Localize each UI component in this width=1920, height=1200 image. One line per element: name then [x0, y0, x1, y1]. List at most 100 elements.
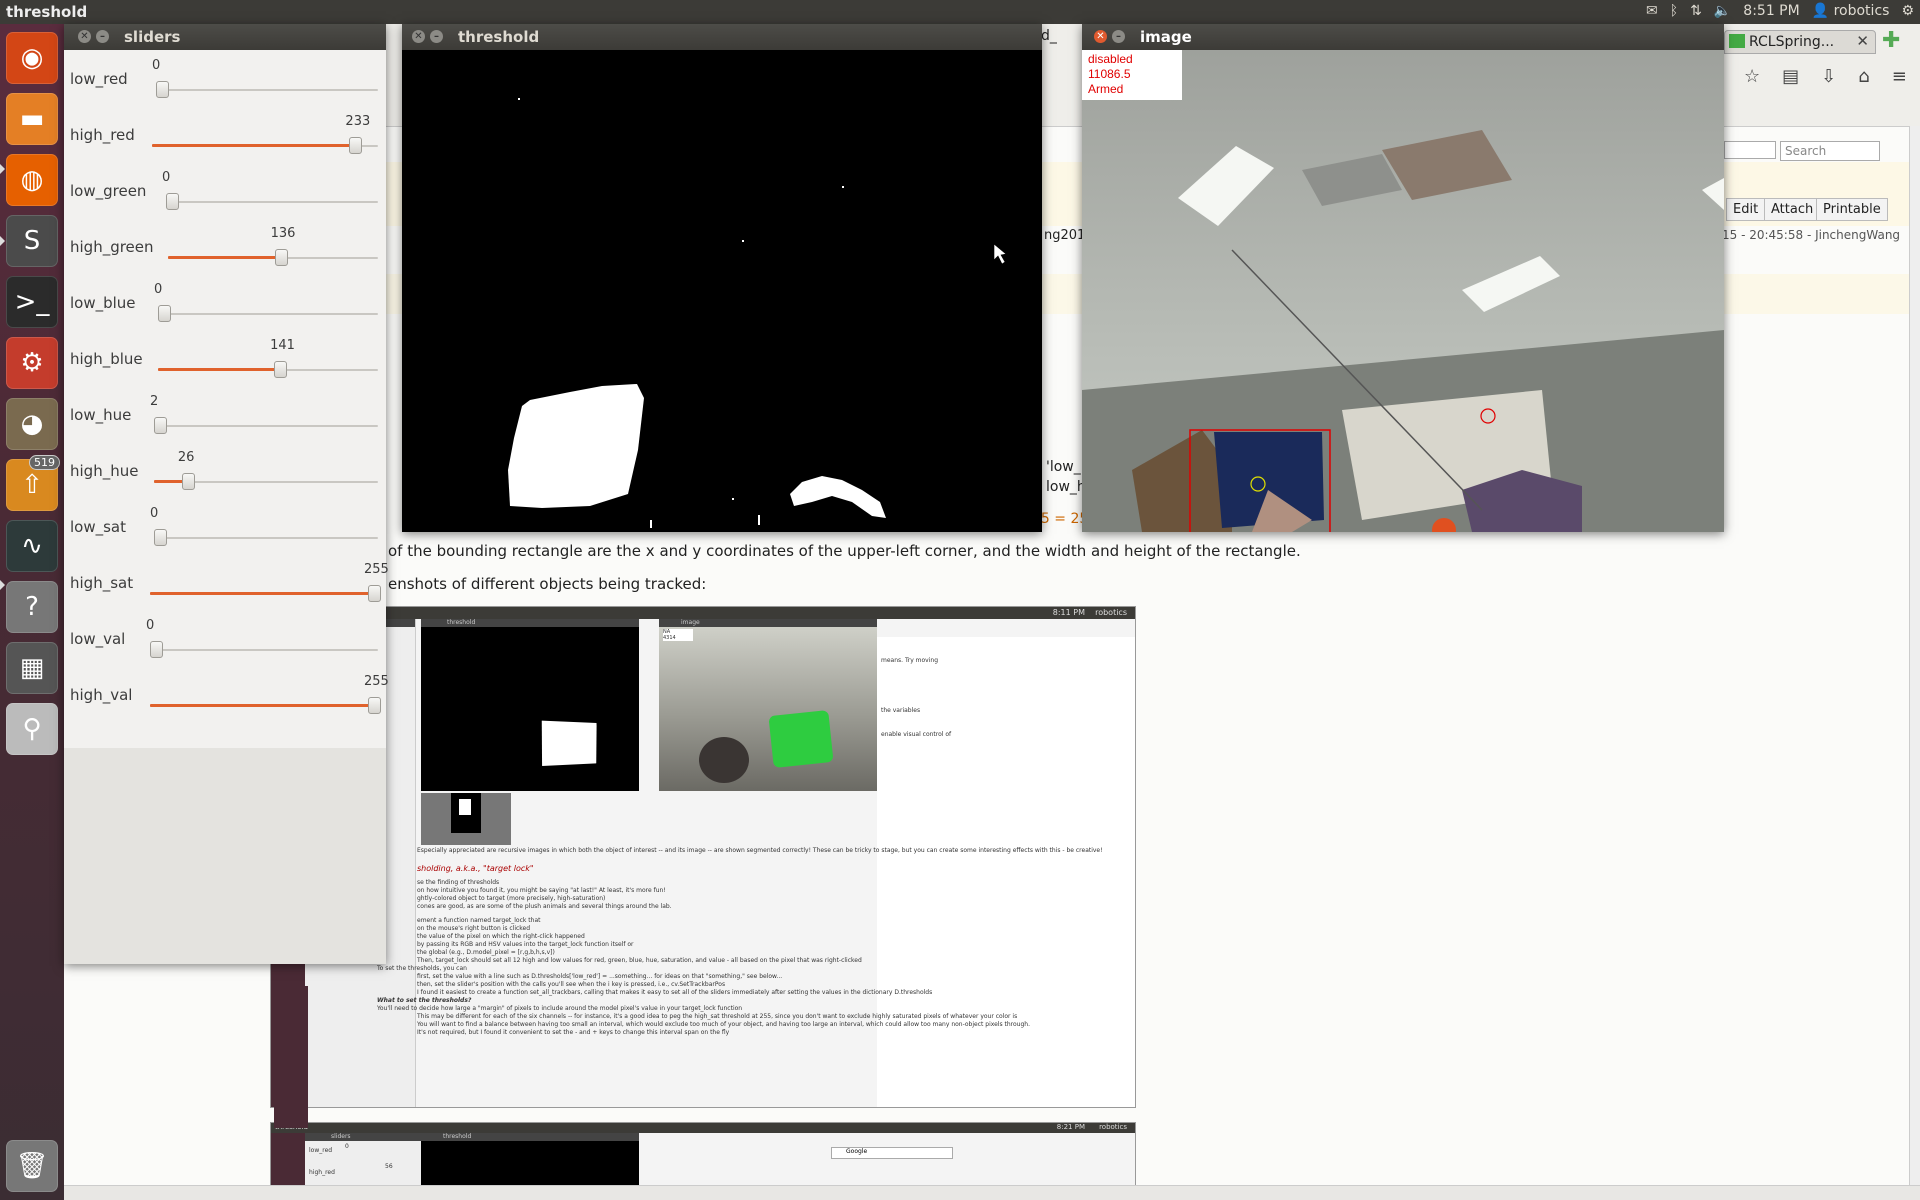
- image-titlebar[interactable]: ✕ – image: [1082, 24, 1724, 50]
- slider-label: low_blue: [70, 294, 136, 312]
- page-vertical-scrollbar[interactable]: [1909, 126, 1920, 1186]
- embedded-line: ghtly-colored object to target (more pre…: [417, 895, 606, 902]
- settings-icon[interactable]: ⚙: [6, 337, 58, 389]
- download-icon[interactable]: ⇩: [1821, 66, 1836, 87]
- slider-handle[interactable]: [349, 137, 363, 154]
- usb-drive-icon[interactable]: ⚲: [6, 703, 58, 755]
- image-title: image: [1140, 28, 1192, 46]
- embedded-user: robotics: [1095, 608, 1127, 617]
- slider-handle[interactable]: [158, 305, 171, 322]
- embedded2-threshold: threshold: [421, 1133, 639, 1185]
- embedded-mini-text2: the variables: [881, 707, 921, 714]
- slider-handle[interactable]: [368, 697, 381, 714]
- ubuntu-dash-icon[interactable]: ◉: [6, 32, 58, 84]
- embedded-thumb-white: [459, 799, 471, 815]
- slider-row-low-hue: low_hue 2: [64, 386, 380, 442]
- terminal-icon[interactable]: >_: [6, 276, 58, 328]
- workspace-switcher-icon[interactable]: ▦: [6, 642, 58, 694]
- embedded-green-object: [768, 710, 834, 768]
- slider-track[interactable]: [158, 313, 378, 315]
- browser-nav-icons: ☆ ▤ ⇩ ⌂ ≡: [1744, 66, 1907, 87]
- bluetooth-icon[interactable]: ᛒ: [1670, 3, 1678, 19]
- close-icon[interactable]: ✕: [78, 30, 91, 43]
- firefox-icon[interactable]: ◍: [6, 154, 58, 206]
- slider-track[interactable]: [154, 425, 378, 427]
- minimize-icon[interactable]: –: [96, 30, 109, 43]
- image-window: ✕ – image disabled 11086.5 Armed: [1082, 24, 1724, 532]
- slider-panel: low_red 0 high_red 233 low_green 0 high_green 1…: [64, 50, 389, 748]
- launcher: ◉ ▬ ◍ S >_ ⚙ ◕ ⇧ 519 ∿? ▦ ⚲ 🗑: [0, 24, 64, 1200]
- sublime-icon[interactable]: S: [6, 215, 58, 267]
- close-icon[interactable]: ✕: [1094, 30, 1107, 43]
- minimize-icon[interactable]: –: [1112, 30, 1125, 43]
- minimize-icon[interactable]: –: [430, 30, 443, 43]
- embedded-screenshot-2: threshold 8:21 PM robotics sliders low_r…: [270, 1122, 1136, 1186]
- printable-button[interactable]: Printable: [1816, 198, 1888, 221]
- slider-handle[interactable]: [150, 641, 163, 658]
- bookmark-star-icon[interactable]: ☆: [1744, 66, 1760, 87]
- user-menu[interactable]: 👤 robotics: [1812, 3, 1890, 19]
- software-updater-icon[interactable]: ⇧ 519: [6, 455, 60, 511]
- system-monitor-icon[interactable]: ∿: [6, 520, 58, 572]
- files-glyph: ▬: [19, 104, 45, 134]
- wiki-secondary-input[interactable]: [1724, 141, 1776, 159]
- mail-icon[interactable]: ✉: [1646, 3, 1658, 19]
- embedded2-launcher: [271, 1133, 305, 1185]
- slider-handle[interactable]: [181, 473, 195, 490]
- embedded-line: You'll need to decide how large a "margi…: [377, 1005, 743, 1012]
- slider-value: 26: [177, 450, 195, 465]
- session-gear-icon[interactable]: ⚙: [1901, 3, 1914, 19]
- help-icon[interactable]: ?: [6, 581, 58, 633]
- slider-handle[interactable]: [154, 529, 167, 546]
- gimp-icon[interactable]: ◕: [6, 398, 58, 450]
- embedded-text-block: Especially appreciated are recursive ima…: [377, 847, 1129, 1037]
- clock[interactable]: 8:51 PM: [1743, 3, 1799, 19]
- slider-track[interactable]: [150, 649, 378, 651]
- slider-handle[interactable]: [274, 249, 288, 266]
- running-indicator: [0, 580, 5, 590]
- page-horizontal-scrollbar[interactable]: [64, 1185, 1920, 1200]
- slider-handle[interactable]: [166, 193, 179, 210]
- ubuntu-dash-glyph: ◉: [20, 43, 44, 73]
- embedded2-sliders-title: sliders: [305, 1133, 425, 1141]
- threshold-title: threshold: [458, 28, 540, 46]
- browser-tab[interactable]: RCLSpring... ✕: [1724, 30, 1876, 54]
- home-icon[interactable]: ⌂: [1858, 66, 1869, 87]
- slider-value: 0: [162, 170, 171, 185]
- close-icon[interactable]: ✕: [412, 30, 425, 43]
- slider-label: high_red: [70, 126, 135, 144]
- embedded2-zero: 0: [345, 1143, 349, 1150]
- slider-track[interactable]: [156, 89, 378, 91]
- slider-handle[interactable]: [156, 81, 169, 98]
- slider-handle[interactable]: [154, 417, 167, 434]
- sliders-titlebar[interactable]: ✕ – sliders: [64, 24, 386, 50]
- trash-icon[interactable]: 🗑: [6, 1140, 58, 1192]
- slider-label: low_red: [70, 70, 128, 88]
- volume-icon[interactable]: 🔈: [1714, 3, 1731, 19]
- slider-value: 0: [150, 506, 159, 521]
- slider-handle[interactable]: [368, 585, 381, 602]
- network-icon[interactable]: ⇅: [1690, 3, 1702, 19]
- attach-button[interactable]: Attach: [1764, 198, 1821, 221]
- new-tab-icon[interactable]: ✚: [1882, 28, 1900, 53]
- slider-value: 136: [270, 226, 296, 241]
- embedded2-threshold-title: threshold: [421, 1133, 639, 1141]
- edit-button[interactable]: Edit: [1726, 198, 1766, 221]
- slider-handle[interactable]: [274, 361, 288, 378]
- slider-label: low_val: [70, 630, 126, 648]
- files-icon[interactable]: ▬: [6, 93, 58, 145]
- slider-track[interactable]: [154, 537, 378, 539]
- slider-label: low_sat: [70, 518, 127, 536]
- software-updater-glyph: ⇧: [21, 470, 43, 500]
- workspace-switcher-glyph: ▦: [19, 653, 45, 683]
- menu-icon[interactable]: ≡: [1892, 66, 1907, 87]
- wiki-search-input[interactable]: Search: [1780, 141, 1880, 161]
- tab-close-icon[interactable]: ✕: [1856, 32, 1869, 50]
- embedded-line: This may be different for each of the si…: [417, 1013, 1018, 1020]
- slider-row-high-val: high_val 255: [64, 666, 389, 722]
- slider-fill: [152, 144, 354, 147]
- threshold-titlebar[interactable]: ✕ – threshold: [402, 24, 1042, 50]
- embedded-heading: sholding, a.k.a., "target lock": [417, 864, 534, 873]
- slider-track[interactable]: [166, 201, 378, 203]
- reading-list-icon[interactable]: ▤: [1782, 66, 1799, 87]
